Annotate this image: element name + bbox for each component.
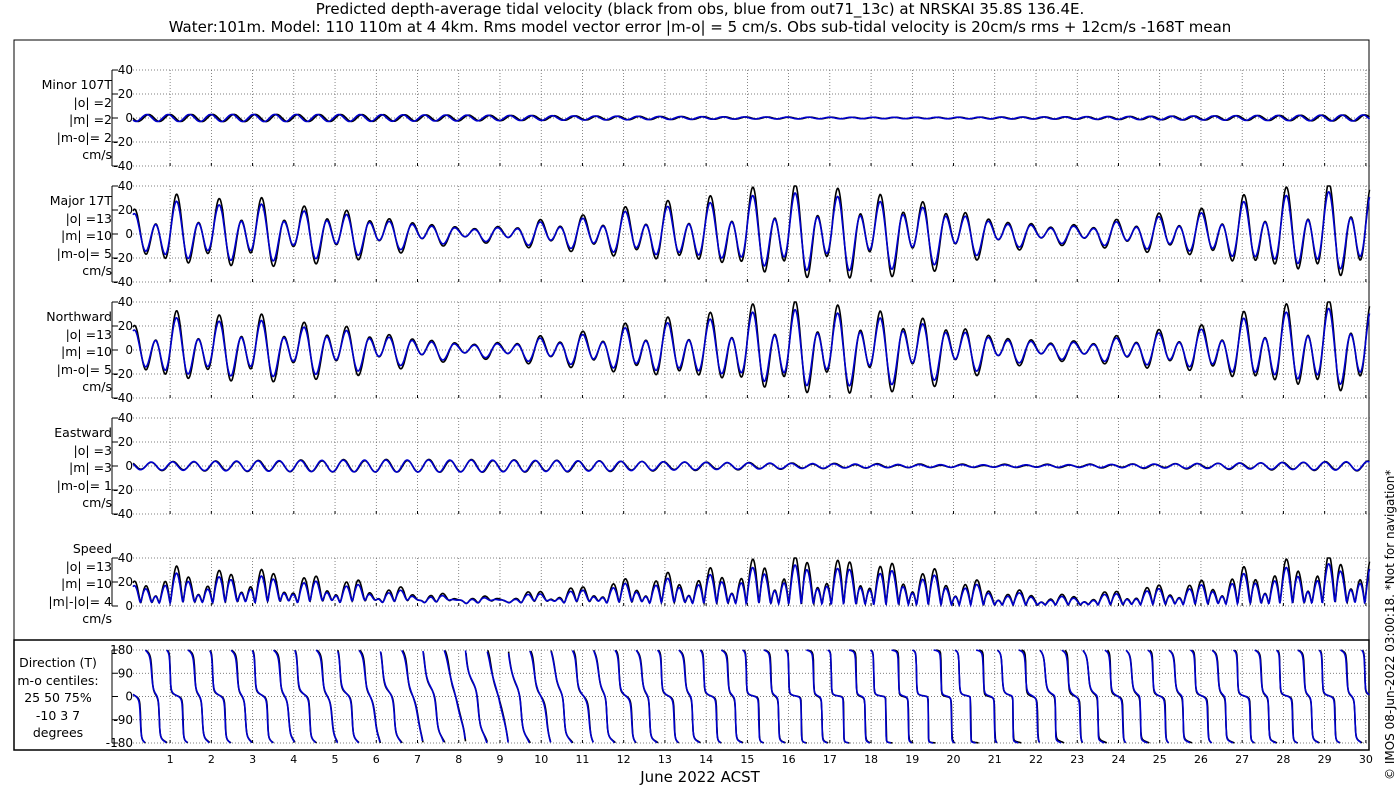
x-tick-label: 16 <box>782 753 796 766</box>
y-tick-label: 20 <box>118 87 133 101</box>
y-tick-label: 0 <box>125 227 133 241</box>
y-tick-label: -90 <box>113 713 133 727</box>
panel-label-line: m-o centiles: <box>17 672 99 688</box>
upper-frame <box>13 39 1370 641</box>
panel-label-line: |m| =10 <box>61 344 112 359</box>
panel-label-line: -10 3 7 <box>35 707 81 723</box>
panel-label-line: cm/s <box>82 263 112 278</box>
panel-label-line: |m| =10 <box>61 576 112 591</box>
panel-label-line: 25 50 75% <box>24 690 92 705</box>
y-tick-label: 0 <box>125 599 133 613</box>
panel-label-line: |m-o|= 2 <box>56 129 112 145</box>
x-tick-label: 20 <box>947 753 961 766</box>
panel-label-line: |m| =3 <box>69 460 112 475</box>
panel-label-east: Eastward |o| =3 |m| =3 |m-o|= 1 cm/s <box>0 424 112 512</box>
y-tick-label: 40 <box>118 295 133 309</box>
x-tick-label: 27 <box>1235 753 1249 766</box>
panel-label-line: |m|-|o|= 4 <box>48 593 112 609</box>
x-axis-label: June 2022 ACST <box>640 768 760 786</box>
panel-label-direction: Direction (T) m-o centiles: 25 50 75% -10 3… <box>4 654 112 742</box>
x-tick-label: 28 <box>1276 753 1290 766</box>
x-tick-label: 17 <box>823 753 837 766</box>
y-tick-label: 40 <box>118 63 133 77</box>
panel-label-line: cm/s <box>82 495 112 510</box>
x-tick-label: 11 <box>575 753 589 766</box>
x-tick-label: 26 <box>1194 753 1208 766</box>
x-tick-label: 25 <box>1153 753 1167 766</box>
panel-label-line: Direction (T) <box>19 655 97 670</box>
panel-label-line: Speed <box>72 541 112 556</box>
panel-label-line: |m-o|= 1 <box>56 477 112 493</box>
x-tick-label: 12 <box>617 753 631 766</box>
panel-label-minor: Minor 107T |o| =2 |m| =2 |m-o|= 2 cm/s <box>0 76 112 164</box>
tidal-velocity-plot: 40200-20-4040200-20-4040200-20-4040200-2… <box>13 39 1373 766</box>
panel-label-line: |o| =13 <box>65 210 112 226</box>
x-tick-label: 23 <box>1070 753 1084 766</box>
panel-label-line: |m| =10 <box>61 228 112 243</box>
x-tick-label: 18 <box>864 753 878 766</box>
y-tick-label: 40 <box>118 179 133 193</box>
y-tick-label: 20 <box>118 319 133 333</box>
panel-label-line: |o| =3 <box>73 442 112 458</box>
x-tick-label: 13 <box>658 753 672 766</box>
y-tick-label: 20 <box>118 575 133 589</box>
y-tick-label: 40 <box>118 411 133 425</box>
x-tick-label: 22 <box>1029 753 1043 766</box>
x-tick-label: 30 <box>1359 753 1373 766</box>
panel-label-speed: Speed |o| =13 |m| =10 |m|-|o|= 4 cm/s <box>0 540 112 628</box>
x-tick-label: 8 <box>455 753 462 766</box>
x-tick-label: 15 <box>740 753 754 766</box>
x-tick-label: 19 <box>905 753 919 766</box>
y-tick-label: 90 <box>118 666 133 680</box>
y-tick-label: -20 <box>113 251 133 265</box>
y-tick-label: -20 <box>113 483 133 497</box>
x-tick-label: 29 <box>1318 753 1332 766</box>
panel-label-line: Major 17T <box>49 193 112 208</box>
x-tick-label: 1 <box>167 753 174 766</box>
y-tick-label: 180 <box>110 643 133 657</box>
x-tick-label: 5 <box>332 753 339 766</box>
panel-label-line: cm/s <box>82 147 112 162</box>
copyright-notice: © IMOS 08-Jun-2022 03:00:18. *Not for na… <box>1383 469 1397 780</box>
panel-label-line: cm/s <box>82 611 112 626</box>
panel-label-line: |o| =13 <box>65 558 112 574</box>
x-tick-label: 4 <box>290 753 297 766</box>
panel-label-line: Northward <box>46 309 112 324</box>
panel-label-line: cm/s <box>82 379 112 394</box>
x-tick-label: 9 <box>496 753 503 766</box>
x-tick-label: 3 <box>249 753 256 766</box>
x-tick-label: 14 <box>699 753 713 766</box>
panel-label-line: Minor 107T <box>41 77 112 92</box>
y-tick-label: -40 <box>113 507 133 521</box>
y-tick-label: -20 <box>113 367 133 381</box>
y-tick-label: 20 <box>118 435 133 449</box>
y-tick-label: 0 <box>125 690 133 704</box>
x-tick-label: 24 <box>1111 753 1125 766</box>
panel-label-line: |o| =2 <box>73 94 112 110</box>
panel-label-line: Eastward <box>54 425 112 440</box>
x-tick-label: 2 <box>208 753 215 766</box>
panel-label-line: degrees <box>32 725 84 740</box>
x-tick-label: 10 <box>534 753 548 766</box>
panel-label-major: Major 17T |o| =13 |m| =10 |m-o|= 5 cm/s <box>0 192 112 280</box>
panel-label-line: |o| =13 <box>65 326 112 342</box>
x-tick-label: 21 <box>988 753 1002 766</box>
y-tick-label: -20 <box>113 135 133 149</box>
y-tick-label: -40 <box>113 391 133 405</box>
x-tick-label: 6 <box>373 753 380 766</box>
y-tick-label: -40 <box>113 275 133 289</box>
panel-label-line: |m-o|= 5 <box>56 361 112 377</box>
y-tick-label: 0 <box>125 459 133 473</box>
y-tick-label: 0 <box>125 343 133 357</box>
panel-label-line: |m| =2 <box>69 112 112 127</box>
panel-label-line: |m-o|= 5 <box>56 245 112 261</box>
y-tick-label: 0 <box>125 111 133 125</box>
y-tick-label: 40 <box>118 551 133 565</box>
y-tick-label: -40 <box>113 159 133 173</box>
x-tick-label: 7 <box>414 753 421 766</box>
panel-label-north: Northward |o| =13 |m| =10 |m-o|= 5 cm/s <box>0 308 112 396</box>
y-tick-label: 20 <box>118 203 133 217</box>
